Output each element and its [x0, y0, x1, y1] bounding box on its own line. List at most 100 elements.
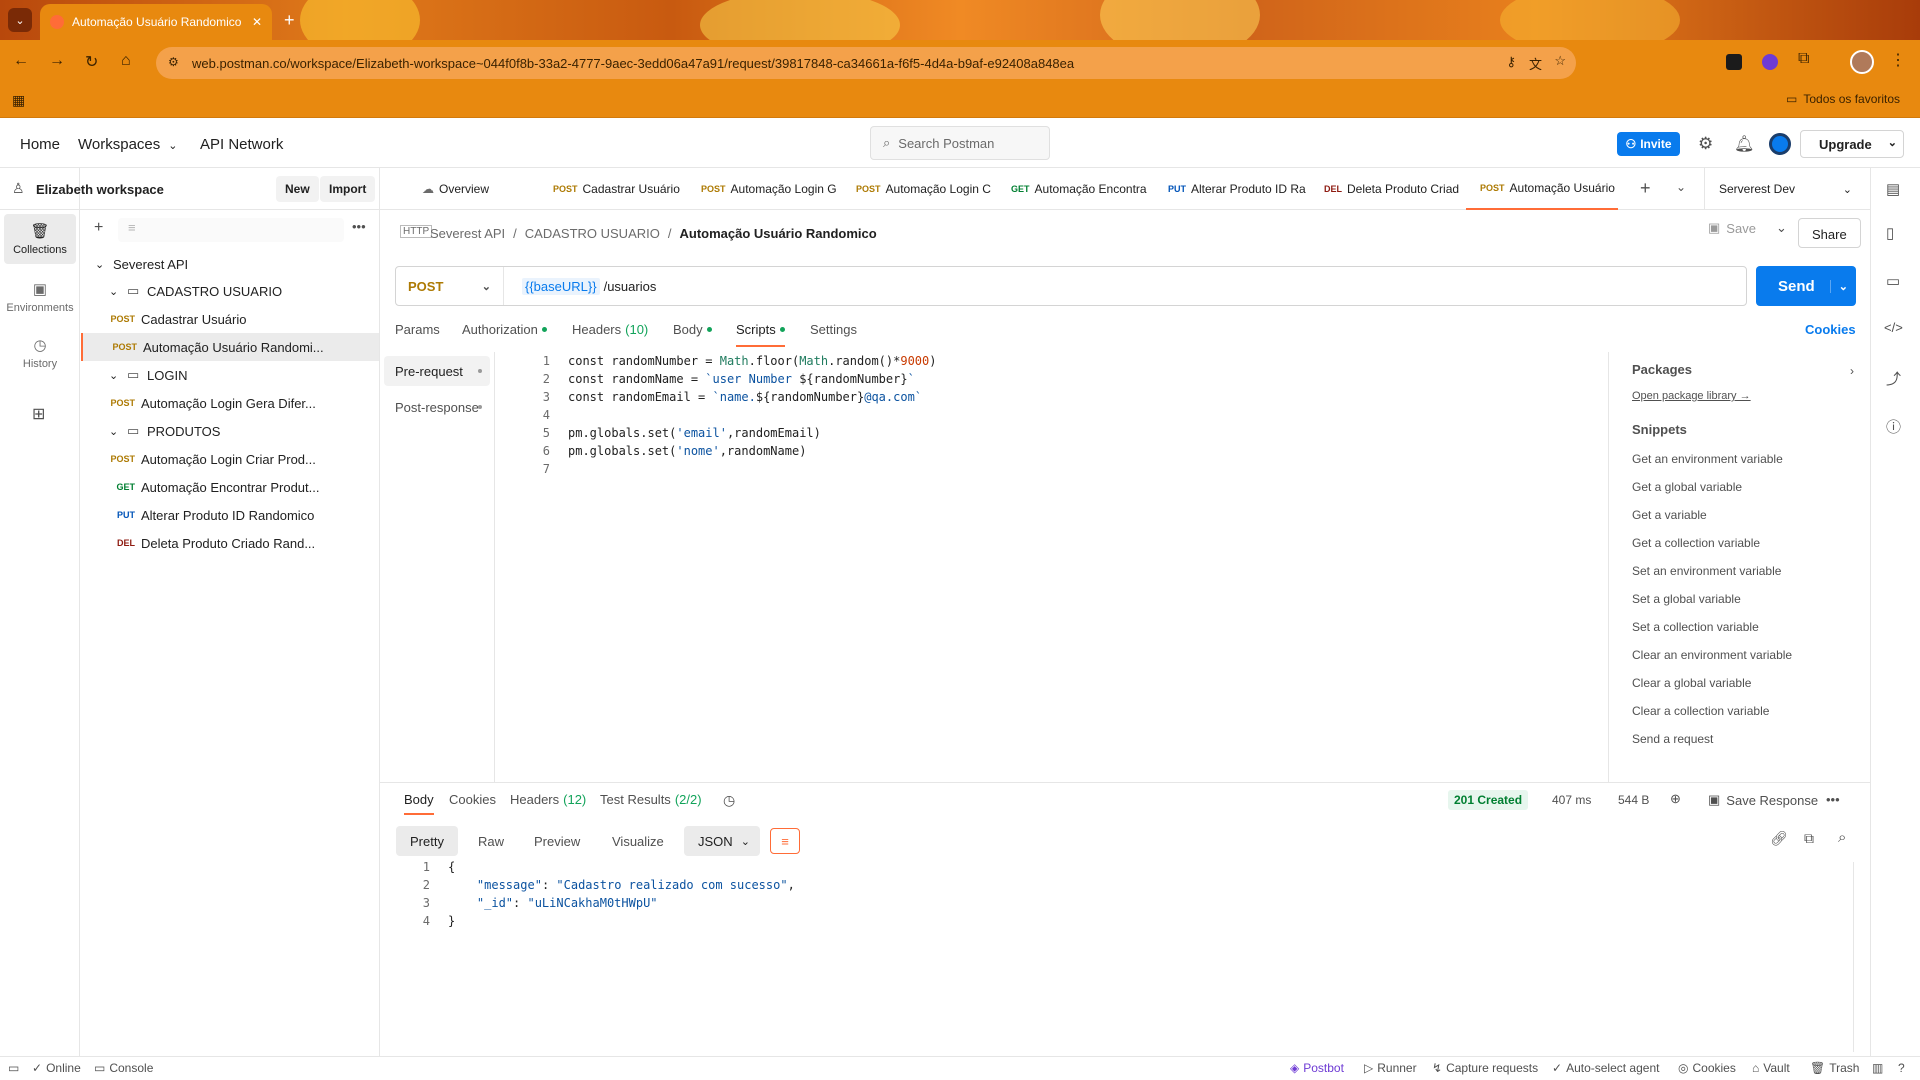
extension-icon[interactable] [1726, 54, 1742, 70]
tab-request[interactable]: POST Automação Login C [842, 168, 992, 210]
pre-request-tab[interactable]: Pre-request [384, 356, 490, 386]
snippet-item[interactable]: Clear a collection variable [1632, 704, 1769, 718]
snippet-item[interactable]: Get a collection variable [1632, 536, 1760, 550]
extensions-puzzle-icon[interactable]: ⧉ [1798, 50, 1809, 68]
network-globe-icon[interactable]: ⊕ [1670, 791, 1681, 807]
notifications-bell-icon[interactable]: 🔔︎ [1734, 134, 1754, 154]
reload-icon[interactable]: ↻ [85, 52, 98, 72]
new-button[interactable]: New [276, 176, 319, 202]
related-icon[interactable]: ⤴ [1886, 368, 1901, 389]
tab-scripts-active[interactable]: Scripts [736, 322, 785, 347]
workspace-name[interactable]: Elizabeth workspace [36, 182, 164, 197]
sidebar-search-input[interactable] [118, 218, 344, 242]
toggle-sidebar-icon[interactable]: ▭ [8, 1061, 19, 1075]
tab-body[interactable]: Body [673, 322, 712, 337]
breadcrumb-folder[interactable]: CADASTRO USUARIO [525, 226, 660, 241]
runner-button[interactable]: ▷ Runner [1364, 1061, 1417, 1075]
tab-settings[interactable]: Settings [810, 322, 857, 337]
bookmark-star-icon[interactable]: ☆ [1554, 53, 1566, 69]
profile-avatar[interactable] [1850, 50, 1874, 74]
response-tab-cookies[interactable]: Cookies [449, 792, 496, 807]
rail-collections[interactable]: 🗑︎ Collections [4, 214, 76, 264]
more-options-icon[interactable]: ••• [352, 219, 366, 234]
save-button[interactable]: ▣ Save ⌄ [1708, 220, 1787, 236]
snippet-item[interactable]: Get a variable [1632, 508, 1707, 522]
tab-overview[interactable]: ☁︎ Overview [408, 168, 533, 210]
api-network-link[interactable]: API Network [200, 136, 283, 153]
site-info-icon[interactable]: ⚙ [168, 55, 179, 69]
auto-select-agent-button[interactable]: ✓ Auto-select agent [1552, 1061, 1659, 1075]
import-button[interactable]: Import [320, 176, 376, 202]
home-link[interactable]: Home [20, 136, 60, 153]
browser-menu-icon[interactable]: ⋮ [1890, 50, 1906, 70]
tabs-overflow-chevron-icon[interactable]: ⌄ [1676, 180, 1686, 194]
search-input[interactable]: ⌕ Search Postman [870, 126, 1050, 160]
request-row[interactable]: GET Automação Encontrar Produt... [81, 473, 379, 501]
tab-request[interactable]: POST Cadastrar Usuário [539, 168, 689, 210]
response-tab-headers[interactable]: Headers (12) [510, 792, 586, 807]
upgrade-button[interactable]: Upgrade ⌄ [1800, 130, 1904, 158]
vault-button[interactable]: ⌂ Vault [1752, 1061, 1790, 1075]
snippet-item[interactable]: Set a collection variable [1632, 620, 1759, 634]
chevron-down-icon[interactable]: ⌄ [1829, 279, 1848, 293]
code-icon[interactable]: </> [1884, 320, 1903, 335]
chevron-right-icon[interactable]: › [1850, 364, 1854, 378]
more-options-icon[interactable]: ••• [1826, 792, 1840, 807]
request-row[interactable]: DEL Deleta Produto Criado Rand... [81, 529, 379, 557]
request-row[interactable]: PUT Alterar Produto ID Randomico [81, 501, 379, 529]
configure-sidebar-icon[interactable]: ⊞ [32, 404, 45, 424]
snippet-item[interactable]: Get a global variable [1632, 480, 1742, 494]
open-package-library-link[interactable]: Open package library → [1632, 390, 1751, 402]
rail-history[interactable]: ◷ History [4, 328, 76, 378]
tab-request[interactable]: PUT Alterar Produto ID Ra [1154, 168, 1310, 210]
post-response-tab[interactable]: Post-response [384, 392, 490, 422]
snippet-item[interactable]: Clear a global variable [1632, 676, 1751, 690]
response-time[interactable]: 407 ms [1552, 793, 1591, 807]
folder-row[interactable]: ⌄ ▭ LOGIN [81, 361, 379, 389]
comments-icon[interactable]: ▭ [1886, 272, 1900, 290]
search-icon[interactable]: ⌕ [1838, 829, 1846, 846]
tab-request[interactable]: POST Automação Login G [687, 168, 837, 210]
copy-link-icon[interactable]: 🔗︎ [1770, 830, 1788, 847]
create-collection-plus-icon[interactable]: + [94, 219, 103, 237]
request-row-active[interactable]: POST Automação Usuário Randomi... [81, 333, 379, 361]
response-tab-body-active[interactable]: Body [404, 792, 434, 815]
format-raw[interactable]: Raw [464, 826, 518, 856]
new-tab-plus-icon[interactable]: + [284, 10, 295, 31]
response-size[interactable]: 544 B [1618, 793, 1649, 807]
invite-button[interactable]: ⚇ Invite [1617, 132, 1680, 156]
close-icon[interactable]: ✕ [252, 15, 262, 29]
trash-button[interactable]: 🗑︎ Trash [1810, 1061, 1859, 1075]
environment-selector[interactable]: Serverest Dev ⌄ [1704, 168, 1864, 210]
help-icon[interactable]: ? [1898, 1061, 1905, 1075]
forward-arrow-icon[interactable]: → [49, 52, 65, 70]
format-preview[interactable]: Preview [520, 826, 594, 856]
format-json-select[interactable]: JSON ⌄ [684, 826, 760, 856]
cookies-button[interactable]: ◎ Cookies [1678, 1061, 1736, 1075]
documentation-icon[interactable]: ▤ [1886, 180, 1900, 198]
tab-request[interactable]: GET Automação Encontra [997, 168, 1152, 210]
format-pretty-active[interactable]: Pretty [396, 826, 458, 856]
request-row[interactable]: POST Automação Login Gera Difer... [81, 389, 379, 417]
snippet-item[interactable]: Send a request [1632, 732, 1713, 746]
snippet-item[interactable]: Set a global variable [1632, 592, 1741, 606]
collection-row[interactable]: ⌄ Severest API [81, 250, 379, 278]
breadcrumb-current[interactable]: Automação Usuário Randomico [679, 226, 876, 241]
console-button[interactable]: ▭ Console [94, 1061, 153, 1075]
folder-row[interactable]: ⌄ ▭ CADASTRO USUARIO [81, 277, 379, 305]
rail-environments[interactable]: ▣ Environments [4, 272, 76, 322]
chevron-down-icon[interactable]: ⌄ [1888, 136, 1897, 149]
share-button[interactable]: Share [1798, 218, 1861, 248]
tab-headers[interactable]: Headers (10) [572, 322, 648, 337]
copy-icon[interactable]: ⧉ [1804, 830, 1814, 847]
request-row[interactable]: POST Automação Login Criar Prod... [81, 445, 379, 473]
request-row[interactable]: POST Cadastrar Usuário [81, 305, 379, 333]
method-selector[interactable]: POST ⌄ [396, 267, 504, 305]
workspaces-menu[interactable]: Workspaces ⌄ [78, 136, 177, 153]
home-icon[interactable]: ⌂ [121, 52, 131, 70]
url-input[interactable]: {{baseURL}} /usuarios [512, 267, 1742, 305]
tab-request-active[interactable]: POST Automação Usuário [1466, 168, 1618, 210]
postbot-button[interactable]: ◈ Postbot [1290, 1061, 1344, 1075]
tab-request[interactable]: DEL Deleta Produto Criad [1310, 168, 1465, 210]
new-tab-plus-icon[interactable]: + [1640, 178, 1651, 199]
